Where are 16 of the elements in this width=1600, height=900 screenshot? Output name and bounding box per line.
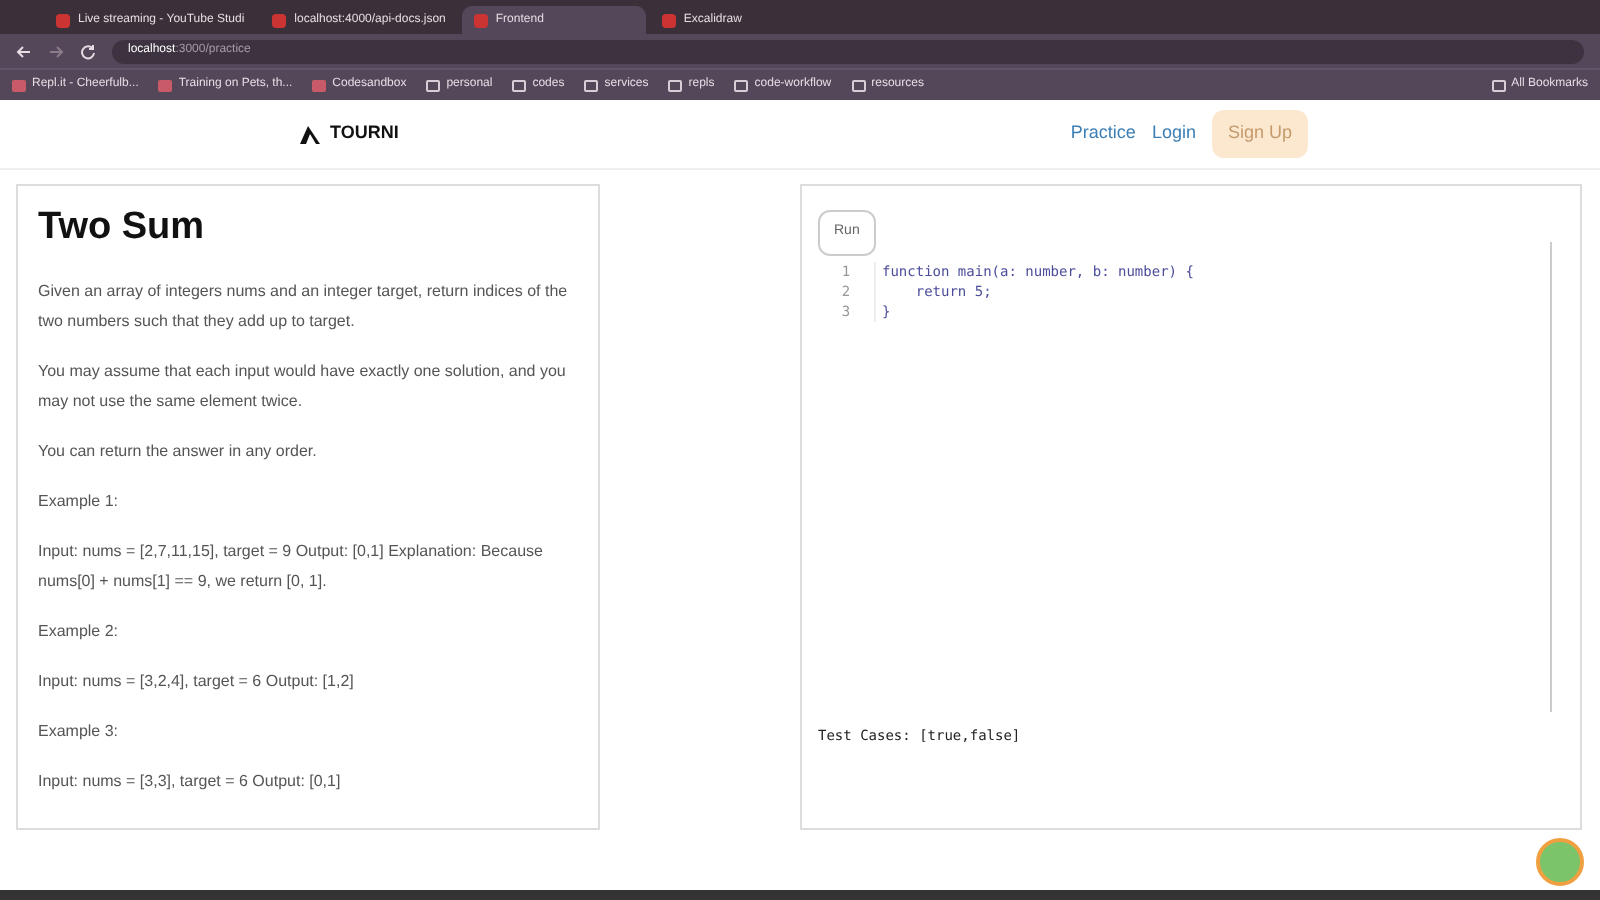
reload-icon[interactable]	[80, 43, 96, 59]
problem-text: Given an array of integers nums and an integer target, return indices of the two numbers such that they add up to target.	[38, 279, 570, 334]
problem-text: Example 2:	[38, 619, 121, 644]
problem-title: Two Sum	[38, 206, 207, 252]
problem-text: Example 3:	[38, 719, 121, 744]
problem-text: You can return the answer in any order.	[38, 439, 319, 464]
problem-text: You may assume that each input would have exactly one solution, and you may not use the same element twice.	[38, 359, 568, 414]
back-icon[interactable]	[16, 43, 32, 59]
problem-text: Example 1:	[38, 489, 121, 514]
logo-icon	[300, 125, 320, 143]
nav-link[interactable]: Login	[1151, 120, 1196, 148]
problem-text: Input: nums = [3,3], target = 6 Output: [0,1]	[38, 769, 343, 794]
problem-text: Input: nums = [2,7,11,15], target = 9 Output: [0,1] Explanation: Because nums[0] + nums[1] == 9, we return [0, 1].	[38, 539, 545, 594]
nav-link[interactable]: Practice	[1070, 120, 1136, 148]
problem-text: Input: nums = [3,2,4], target = 6 Output: [1,2]	[38, 669, 356, 694]
brand-name[interactable]: TOURNI	[330, 120, 399, 148]
